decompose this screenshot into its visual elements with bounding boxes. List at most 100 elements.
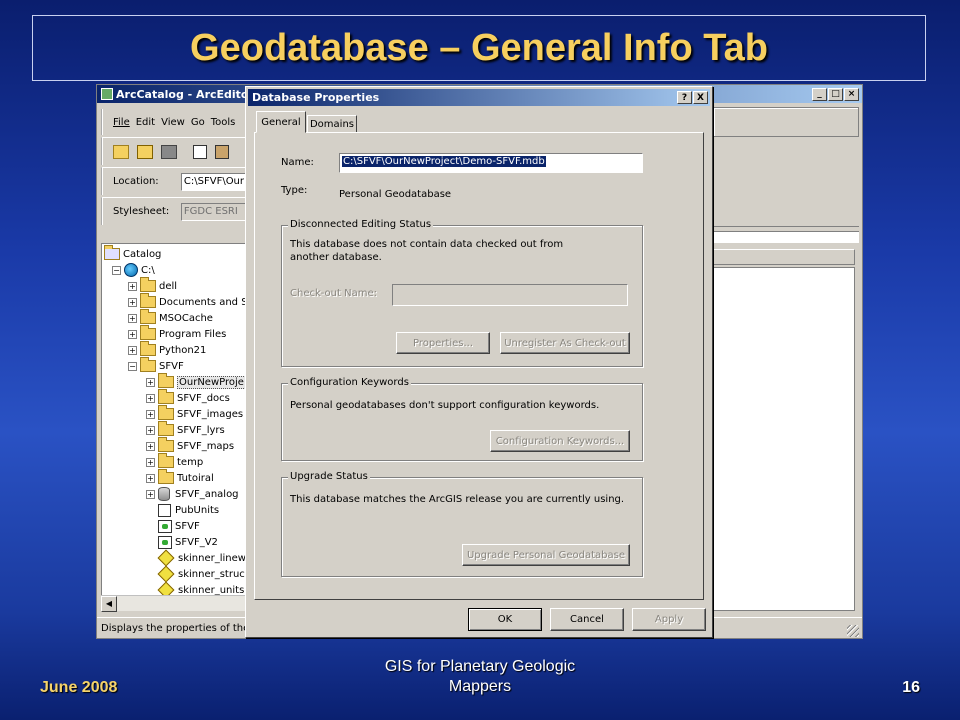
tree-item-label: SFVF_lyrs: [177, 424, 225, 436]
tree-item[interactable]: SFVF: [146, 518, 200, 534]
menu-tools[interactable]: Tools: [211, 117, 236, 128]
tree-item[interactable]: − SFVF: [128, 357, 184, 374]
expand-icon[interactable]: +: [146, 393, 155, 403]
disconnected-editing-text: This database does not contain data chec…: [290, 239, 564, 263]
folder-icon: [140, 325, 156, 340]
checkout-name-label: Check-out Name:: [290, 288, 377, 299]
menu-bar: File Edit View Go Tools: [101, 109, 249, 135]
tree-item[interactable]: + OurNewProje: [146, 373, 246, 390]
upgrade-status-group: Upgrade Status This database matches the…: [281, 471, 643, 577]
ok-button[interactable]: OK: [468, 608, 542, 631]
expand-icon[interactable]: +: [146, 457, 155, 467]
tree-item[interactable]: + MSOCache: [128, 309, 213, 326]
tree-hscroll[interactable]: ◀: [101, 595, 249, 612]
tree-item[interactable]: + Python21: [128, 341, 207, 358]
copy-icon[interactable]: [193, 144, 207, 159]
tab-general[interactable]: General: [256, 111, 306, 133]
tree-item-label: Program Files: [159, 328, 227, 340]
checkout-name-input[interactable]: [392, 284, 628, 306]
folder-icon: [158, 389, 174, 404]
tree-item[interactable]: − C:\: [112, 262, 155, 278]
tab-domains[interactable]: Domains: [307, 115, 357, 133]
tree-item[interactable]: + SFVF_lyrs: [146, 421, 225, 438]
tree-item[interactable]: + Documents and S: [128, 293, 248, 310]
expand-icon[interactable]: +: [128, 281, 137, 291]
collapse-icon[interactable]: −: [112, 265, 121, 275]
expand-icon[interactable]: +: [146, 441, 155, 451]
name-label: Name:: [281, 157, 314, 168]
cancel-button[interactable]: Cancel: [550, 608, 624, 631]
minimize-icon[interactable]: _: [812, 87, 827, 101]
tree-item-label: SFVF_images: [177, 408, 244, 420]
configuration-keywords-label: Configuration Keywords: [288, 377, 411, 388]
expand-icon[interactable]: +: [128, 345, 137, 355]
catalog-icon: [104, 245, 120, 260]
tree-item[interactable]: + SFVF_maps: [146, 437, 235, 454]
dialog-titlebar[interactable]: Database Properties ? X: [248, 89, 710, 106]
map-document-icon: [158, 519, 172, 533]
help-icon[interactable]: ?: [677, 91, 692, 104]
resize-grip-icon[interactable]: [847, 625, 859, 637]
tree-item-label: SFVF_maps: [177, 440, 235, 452]
collapse-icon[interactable]: −: [128, 361, 137, 371]
stylesheet-bar: Stylesheet: FGDC ESRI: [101, 197, 249, 225]
menu-edit[interactable]: Edit: [136, 117, 155, 128]
connect-folder-icon[interactable]: [137, 144, 153, 159]
expand-icon[interactable]: +: [146, 489, 155, 499]
name-value: C:\SFVF\OurNewProject\Demo-SFVF.mdb: [342, 156, 546, 167]
tree-item[interactable]: + SFVF_analog: [146, 486, 239, 502]
unregister-checkout-button[interactable]: Unregister As Check-out: [500, 332, 630, 354]
dialog-title: Database Properties: [252, 91, 380, 104]
properties-button[interactable]: Properties...: [396, 332, 490, 354]
tree-item[interactable]: skinner_linew: [146, 549, 246, 567]
configuration-keywords-button[interactable]: Configuration Keywords...: [490, 430, 630, 452]
dialog-close-icon[interactable]: X: [693, 91, 708, 104]
contents-list[interactable]: [713, 267, 855, 611]
tree-item[interactable]: + temp: [146, 453, 203, 470]
tree-item[interactable]: PubUnits: [146, 502, 219, 518]
up-one-level-icon[interactable]: [113, 144, 129, 159]
folder-icon: [158, 453, 174, 468]
name-field[interactable]: C:\SFVF\OurNewProject\Demo-SFVF.mdb: [339, 153, 643, 173]
tree-item-label: dell: [159, 280, 178, 292]
apply-button[interactable]: Apply: [632, 608, 706, 631]
shapefile-icon: [157, 549, 175, 567]
expand-icon[interactable]: +: [146, 425, 155, 435]
tree-item[interactable]: + SFVF_docs: [146, 389, 230, 406]
expand-icon[interactable]: +: [128, 329, 137, 339]
stylesheet-select[interactable]: FGDC ESRI: [180, 202, 249, 221]
configuration-keywords-group: Configuration Keywords Personal geodatab…: [281, 377, 643, 461]
tab-domains-label: Domains: [309, 118, 354, 130]
scroll-left-icon[interactable]: ◀: [101, 596, 117, 612]
location-label: Location:: [113, 176, 159, 187]
close-icon[interactable]: ×: [844, 87, 859, 101]
tree-item-label: Python21: [159, 344, 207, 356]
menu-file[interactable]: File: [113, 117, 130, 128]
tree-item[interactable]: Catalog: [104, 245, 162, 262]
type-label: Type:: [281, 185, 308, 196]
tree-item[interactable]: + dell: [128, 277, 178, 294]
paste-icon[interactable]: [215, 144, 229, 159]
tree-item[interactable]: + Tutoiral: [146, 469, 214, 486]
catalog-tree[interactable]: Catalog − C:\ + dell + Documents and S + MSOCach…: [101, 243, 249, 611]
tree-item[interactable]: + Program Files: [128, 325, 227, 342]
expand-icon[interactable]: +: [146, 409, 155, 419]
expand-icon[interactable]: +: [146, 473, 155, 483]
menu-bar-right: [713, 107, 859, 137]
tree-item[interactable]: SFVF_V2: [146, 534, 218, 550]
upgrade-status-label: Upgrade Status: [288, 471, 370, 482]
tree-item-label: Catalog: [123, 248, 162, 260]
menu-go[interactable]: Go: [191, 117, 205, 128]
stylesheet-label: Stylesheet:: [113, 206, 170, 217]
tree-item[interactable]: skinner_struc: [146, 565, 245, 583]
upgrade-geodatabase-button[interactable]: Upgrade Personal Geodatabase: [462, 544, 630, 566]
tree-item[interactable]: + SFVF_images: [146, 405, 244, 422]
expand-icon[interactable]: +: [146, 377, 155, 387]
disconnect-folder-icon[interactable]: [161, 144, 177, 159]
expand-icon[interactable]: +: [128, 297, 137, 307]
location-input[interactable]: C:\SFVF\Our: [180, 172, 249, 191]
tree-item-label: SFVF: [159, 360, 184, 372]
maximize-icon[interactable]: □: [828, 87, 843, 101]
expand-icon[interactable]: +: [128, 313, 137, 323]
menu-view[interactable]: View: [161, 117, 185, 128]
